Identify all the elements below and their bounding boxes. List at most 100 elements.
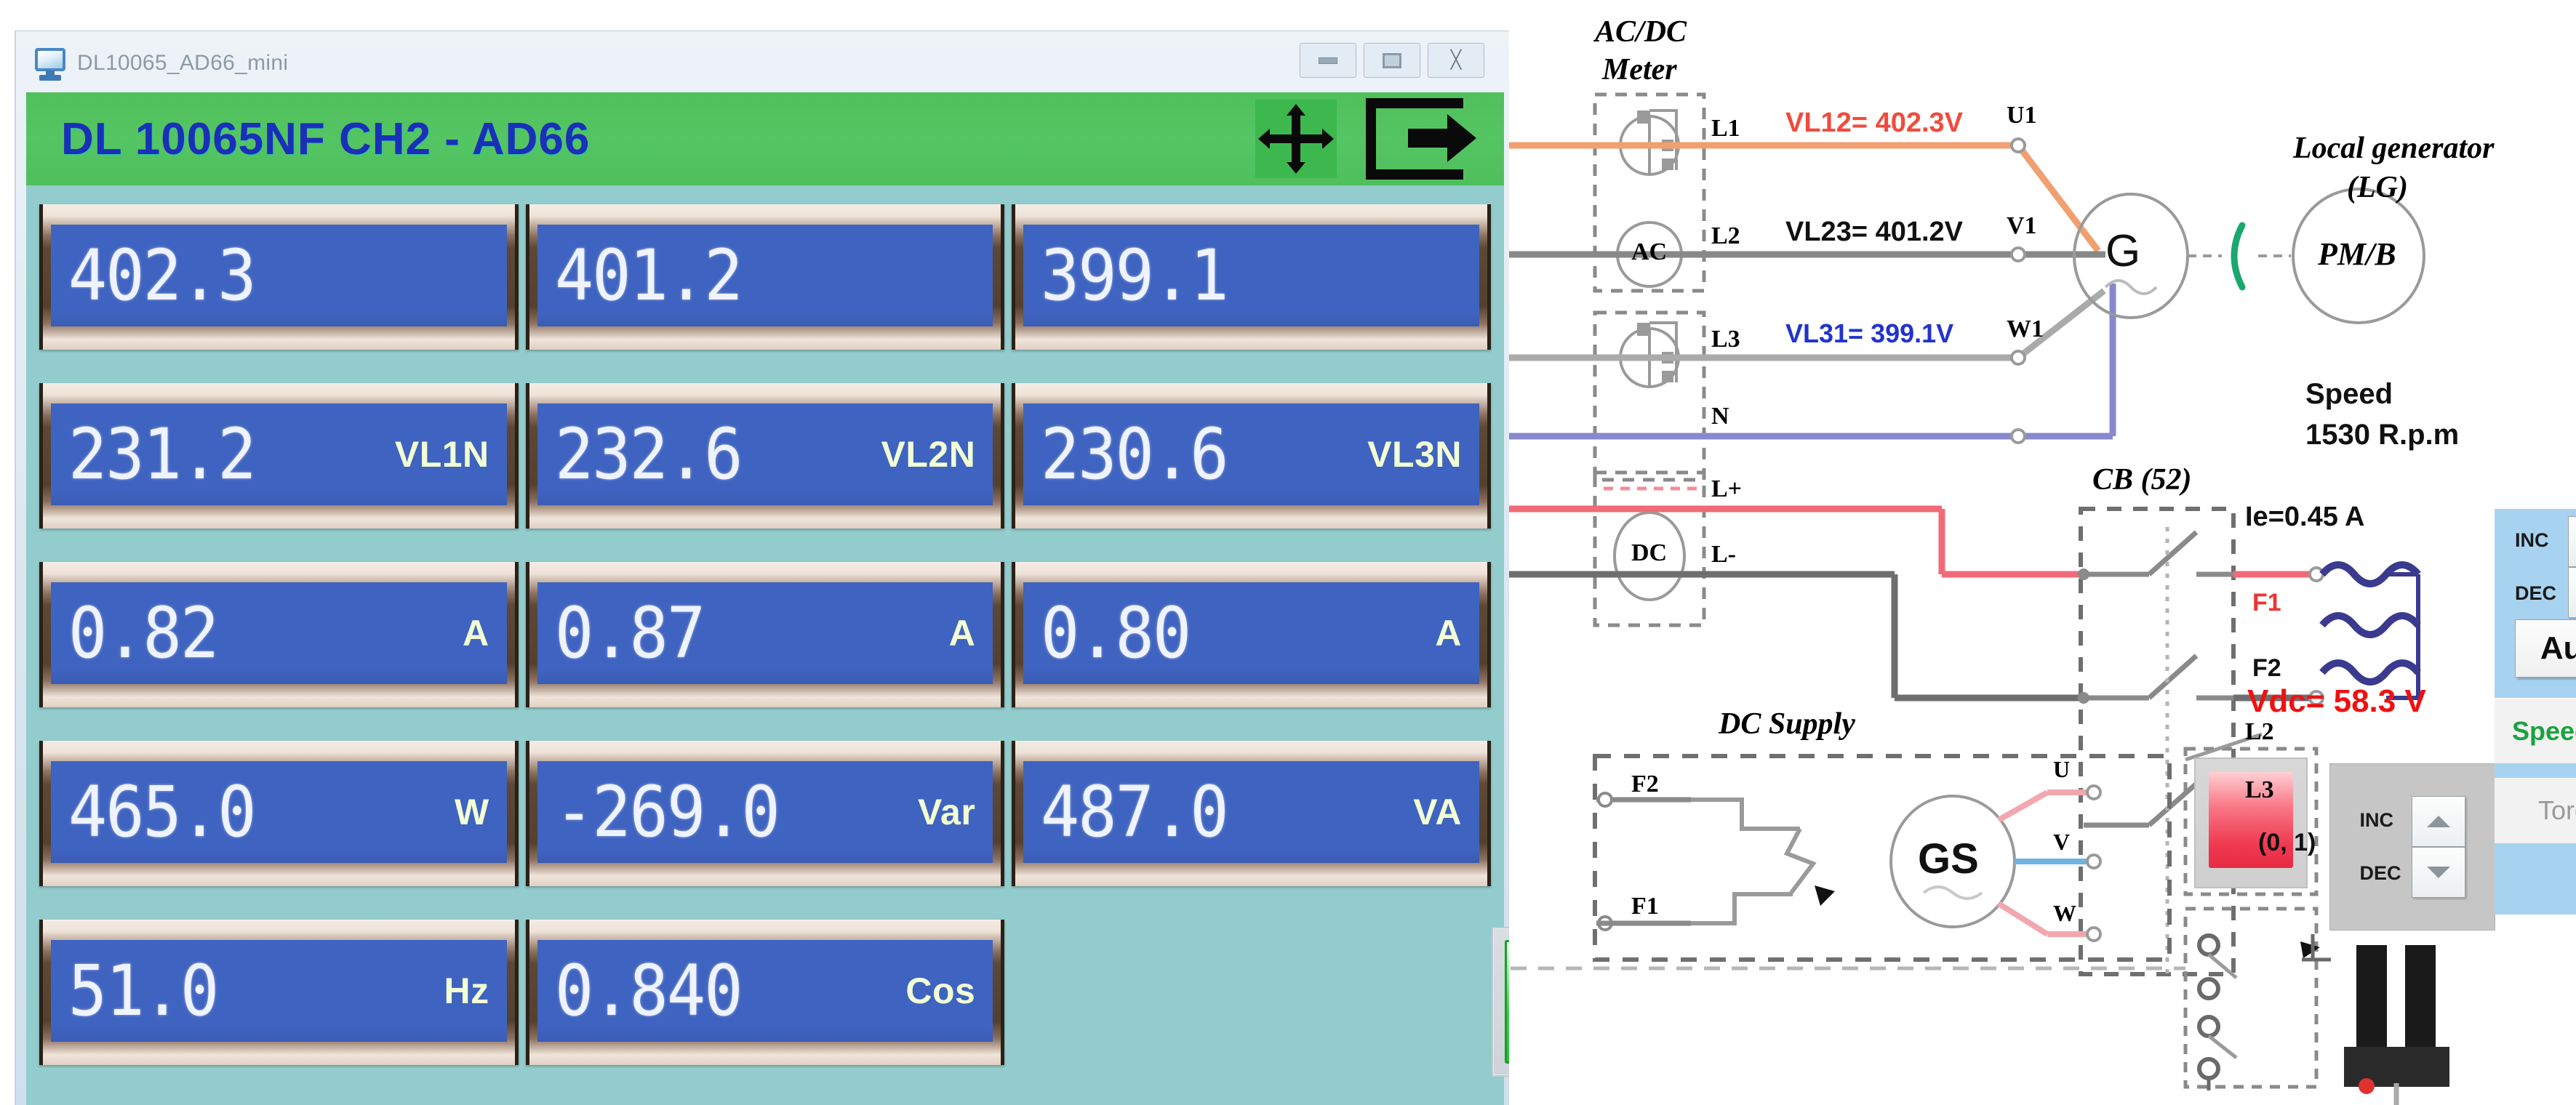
chevron-up-icon <box>2427 816 2450 827</box>
terminal-n-label: N <box>1711 403 1729 430</box>
terminal-l3b-label: L3 <box>2245 776 2274 804</box>
meter-value: 487.0 <box>1041 777 1228 847</box>
zero-one-label: (0, 1) <box>2258 829 2316 857</box>
meter-unit: VL2N <box>881 433 976 475</box>
meter-vl12: 402.3 <box>39 196 519 364</box>
speed-decrease-button[interactable] <box>2568 567 2576 618</box>
acdc-meter-label-line1: AC/DC <box>1595 15 1687 49</box>
terminal-l2-label: L2 <box>1711 222 1740 250</box>
speed-adjust-group: INC DEC Auto <box>2495 509 2576 698</box>
meter-value: 401.2 <box>555 241 742 310</box>
meter-value: 51.0 <box>68 956 217 1026</box>
cb-label: CB (52) <box>2092 462 2192 497</box>
meter-vl31: 399.1 <box>1012 196 1491 364</box>
speed-label: Speed <box>2305 378 2393 411</box>
local-generator-label-line2: (LG) <box>2347 170 2408 205</box>
maximize-icon <box>1383 53 1401 68</box>
terminal-f2b-label: F2 <box>1631 771 1659 798</box>
dec-label: DEC <box>2515 582 2556 605</box>
vl31-measurement: VL31= 399.1V <box>1785 318 1953 349</box>
excitation-inc-dec-control: INC DEC <box>2329 763 2495 931</box>
auto-button[interactable]: Auto <box>2515 619 2576 678</box>
meter-unit: VL1N <box>395 433 489 475</box>
page-title: DL 10065NF CH2 - AD66 <box>61 113 590 165</box>
inc-label: INC <box>2515 529 2556 552</box>
terminal-l2b-label: L2 <box>2245 718 2274 746</box>
move-cross-icon[interactable] <box>1255 100 1337 178</box>
terminal-w1-label: W1 <box>2007 316 2044 343</box>
terminal-u-label: U <box>2053 756 2070 783</box>
dc-supply-label: DC Supply <box>1719 707 1855 742</box>
terminal-f1b-label: F1 <box>1631 893 1659 920</box>
pmb-symbol-label: PM/B <box>2318 236 2396 273</box>
meter-unit: VA <box>1413 791 1462 833</box>
speed-control-status: Speed control <box>2495 699 2576 763</box>
meter-vl1n: 231.2 VL1N <box>39 374 519 543</box>
window-titlebar[interactable]: DL10065_AD66_mini ╳ <box>16 31 1509 95</box>
meter-vl3n: 230.6 VL3N <box>1012 374 1491 543</box>
excitation-decrease-button[interactable] <box>2412 847 2465 898</box>
meter-unit: W <box>455 791 489 833</box>
meter-unit: A <box>463 612 489 654</box>
torque-on-button[interactable]: Torque On <box>2495 778 2576 843</box>
window-title: DL10065_AD66_mini <box>77 51 288 76</box>
ie-measurement: Ie=0.45 A <box>2245 502 2364 533</box>
dc-symbol-label: DC <box>1631 539 1667 567</box>
speed-increase-button[interactable] <box>2568 516 2576 567</box>
minimize-button[interactable] <box>1300 43 1356 78</box>
app-header: DL 10065NF CH2 - AD66 <box>26 92 1504 185</box>
excitation-increase-button[interactable] <box>2412 796 2465 847</box>
acdc-meter-label-line2: Meter <box>1602 52 1677 87</box>
meter-current-l2: 0.87 A <box>526 553 1005 722</box>
gs-symbol-label: GS <box>1918 835 1979 883</box>
meter-panel: 402.3 401.2 399.1 231.2VL1N 232.6VL2N 23… <box>26 185 1504 1105</box>
vl12-measurement: VL12= 402.3V <box>1785 108 1963 139</box>
meter-value: 399.1 <box>1041 241 1228 310</box>
meter-value: -269.0 <box>555 777 779 847</box>
terminal-lminus-label: L- <box>1711 541 1736 568</box>
speed-value: 1530 R.p.m <box>2305 419 2459 451</box>
meter-unit: A <box>1435 612 1462 654</box>
terminal-f1-label: F1 <box>2252 589 2281 617</box>
generator-symbol-label: G <box>2105 225 2140 277</box>
terminal-w-label: W <box>2053 900 2076 927</box>
speed-inc-dec-control: INC DEC <box>2515 516 2576 618</box>
meter-value: 231.2 <box>68 419 255 489</box>
meter-unit: Var <box>918 791 975 833</box>
meter-value: 0.840 <box>555 956 742 1026</box>
meter-active-power: 465.0 W <box>39 732 519 901</box>
indicator-cell <box>1012 911 1491 1080</box>
meter-grid: 402.3 401.2 399.1 231.2VL1N 232.6VL2N 23… <box>39 196 1491 1080</box>
terminal-l1-label: L1 <box>1711 115 1740 142</box>
header-icon-group <box>1255 98 1475 180</box>
meter-value: 230.6 <box>1041 419 1228 489</box>
exit-arrow-icon[interactable] <box>1366 98 1475 180</box>
close-button[interactable]: ╳ <box>1428 43 1484 78</box>
terminal-v1-label: V1 <box>2007 212 2037 240</box>
meter-unit: A <box>949 612 976 654</box>
meter-power-factor: 0.840 Cos <box>526 911 1005 1080</box>
terminal-lplus-label: L+ <box>1711 475 1742 503</box>
maximize-button[interactable] <box>1364 43 1420 78</box>
terminal-u1-label: U1 <box>2007 102 2037 129</box>
ac-symbol-label: AC <box>1631 238 1667 266</box>
terminal-v-label: V <box>2053 829 2070 856</box>
inc-label: INC <box>2359 809 2401 832</box>
monitor-icon <box>33 47 67 80</box>
schematic-svg <box>1509 0 2576 1105</box>
meter-vl23: 401.2 <box>526 196 1005 364</box>
meter-unit: Cos <box>905 970 975 1012</box>
meter-value: 465.0 <box>68 777 255 847</box>
circuit-schematic: AC/DC Meter L1 L2 L3 N AC DC VL12= 402.3… <box>1509 0 2576 1105</box>
vl23-measurement: VL23= 401.2V <box>1785 217 1963 248</box>
minimize-icon <box>1319 57 1337 64</box>
meter-reactive-power: -269.0 Var <box>526 732 1005 901</box>
close-icon: ╳ <box>1451 52 1461 69</box>
meter-value: 0.87 <box>555 598 704 668</box>
vdc-measurement: Vdc= 58.3 V <box>2247 683 2426 720</box>
meter-current-l3: 0.80A <box>1012 553 1491 722</box>
window-buttons: ╳ <box>1300 43 1484 78</box>
meter-unit: VL3N <box>1367 433 1462 475</box>
chevron-down-icon <box>2427 867 2450 878</box>
panel-divider <box>2495 763 2576 778</box>
